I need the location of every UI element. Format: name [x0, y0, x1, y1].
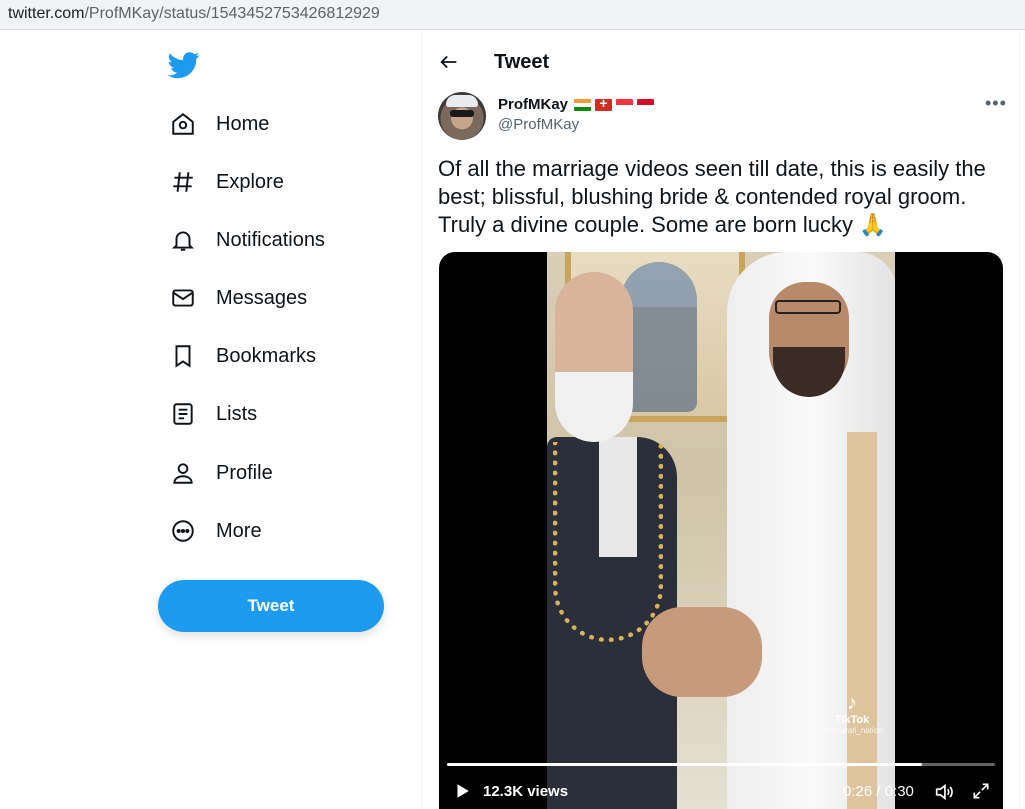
sidebar-item-more[interactable]: More	[158, 508, 278, 554]
sidebar-item-label: Bookmarks	[216, 344, 317, 367]
tweet-button[interactable]: Tweet	[158, 580, 384, 632]
fullscreen-icon[interactable]	[971, 781, 991, 801]
sidebar-item-label: More	[216, 519, 262, 542]
singapore-flag-icon	[616, 98, 634, 111]
video-time: 0:26 / 0:30	[843, 783, 914, 800]
sidebar-item-notifications[interactable]: Notifications	[158, 217, 341, 263]
joined-hands	[642, 607, 762, 697]
sidebar-item-profile[interactable]: Profile	[158, 450, 289, 496]
list-icon	[173, 403, 193, 425]
sidebar-item-bookmarks[interactable]: Bookmarks	[158, 333, 332, 379]
column-divider	[1019, 31, 1020, 809]
sidebar-item-label: Profile	[216, 461, 273, 484]
sidebar-item-label: Lists	[216, 402, 258, 425]
sidebar-item-home[interactable]: Home	[158, 101, 285, 147]
tiktok-logo-icon: ♪	[847, 692, 857, 714]
sidebar-item-label: Notifications	[216, 228, 325, 251]
main-column: Tweet ProfMKay @ProfMKay ••• Of all the …	[422, 31, 1019, 809]
video-progress-bar[interactable]	[447, 763, 995, 766]
avatar[interactable]	[438, 92, 486, 140]
browser-url-bar[interactable]: twitter.com/ProfMKay/status/154345275342…	[0, 0, 1025, 30]
author-name[interactable]: ProfMKay	[498, 96, 655, 113]
play-icon[interactable]	[453, 782, 471, 800]
home-icon	[172, 113, 194, 135]
envelope-icon	[172, 289, 194, 307]
more-circle-icon	[172, 520, 194, 542]
url-path: /ProfMKay/status/1543452753426812929	[84, 5, 380, 22]
twitter-logo-icon[interactable]	[168, 49, 200, 81]
india-flag-icon	[574, 98, 592, 111]
tiktok-watermark: ♪ TikTok @emarati_nation	[817, 692, 887, 735]
video-frame: ♪ TikTok @emarati_nation	[547, 252, 895, 809]
volume-icon[interactable]	[933, 781, 955, 803]
tweet-text: Of all the marriage videos seen till dat…	[438, 156, 986, 237]
author-handle[interactable]: @ProfMKay	[498, 116, 579, 133]
video-progress-fill	[447, 763, 923, 766]
tiktok-user: @emarati_nation	[821, 726, 883, 735]
url-domain: twitter.com	[8, 5, 85, 22]
video-controls: 12.3K views 0:26 / 0:30	[439, 774, 1003, 809]
sidebar-item-messages[interactable]: Messages	[158, 275, 323, 321]
switzerland-flag-icon	[595, 98, 613, 111]
person-icon	[173, 463, 193, 484]
video-player[interactable]: ♪ TikTok @emarati_nation 12.3K views 0:2…	[439, 252, 1003, 809]
bookmark-icon	[175, 345, 191, 368]
person-left	[547, 272, 707, 809]
sidebar-item-label: Explore	[216, 170, 284, 193]
sidebar: Home Explore Notifications Messages Book…	[0, 31, 421, 809]
back-arrow-icon[interactable]	[438, 51, 460, 73]
page-title: Tweet	[494, 51, 550, 73]
author-name-text: ProfMKay	[498, 96, 569, 113]
more-options-icon[interactable]: •••	[985, 93, 1007, 114]
view-count: 12.3K views	[483, 783, 569, 800]
sidebar-item-label: Home	[216, 112, 270, 135]
sidebar-item-explore[interactable]: Explore	[158, 159, 300, 205]
tiktok-label: TikTok	[834, 714, 870, 726]
bell-icon	[171, 231, 195, 251]
hashtag-icon	[173, 172, 193, 192]
sidebar-item-lists[interactable]: Lists	[158, 391, 273, 437]
flag-emoji-group	[574, 98, 655, 111]
indonesia-flag-icon	[637, 98, 655, 111]
sidebar-item-label: Messages	[216, 286, 308, 309]
